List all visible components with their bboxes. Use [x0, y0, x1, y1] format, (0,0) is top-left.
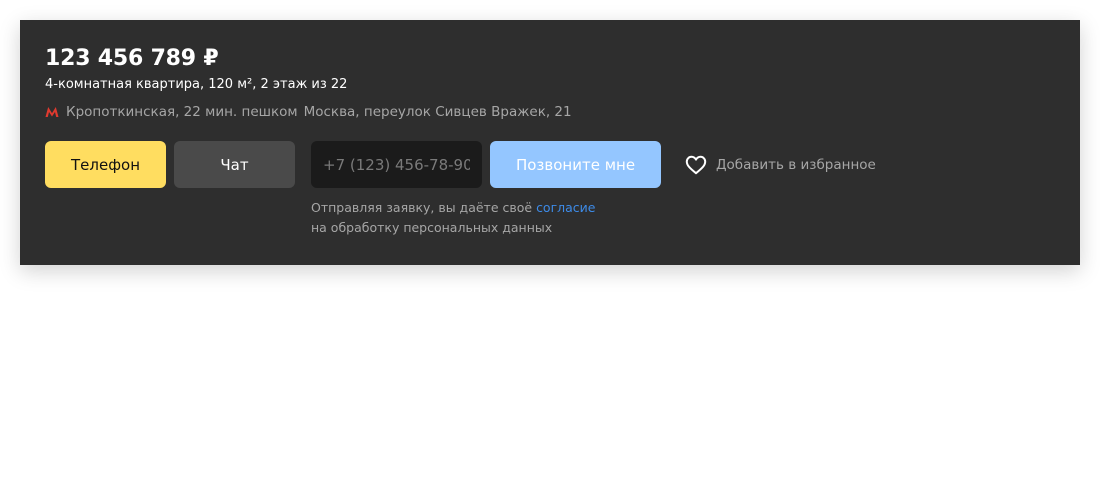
location-row: Кропоткинская, 22 мин. пешком Москва, пе…	[45, 102, 1055, 122]
price: 123 456 789 ₽	[45, 46, 219, 71]
heart-outline-icon	[685, 155, 707, 175]
phone-button[interactable]: Телефон	[45, 141, 166, 188]
phone-number-input[interactable]	[311, 141, 482, 188]
consent-note: Отправляя заявку, вы даёте своё согласие…	[311, 198, 661, 238]
favorite-label: Добавить в избранное	[716, 156, 876, 173]
metro-logo-icon	[45, 106, 59, 118]
address: Москва, переулок Сивцев Вражек, 21	[303, 104, 572, 120]
consent-link[interactable]: согласие	[536, 200, 595, 215]
listing-card: 123 456 789 ₽ 4-комнатная квартира, 120 …	[20, 20, 1080, 265]
chat-button[interactable]: Чат	[174, 141, 295, 188]
call-me-button[interactable]: Позвоните мне	[490, 141, 661, 188]
metro-station: Кропоткинская, 22 мин. пешком	[66, 104, 298, 120]
add-to-favorites-button[interactable]: Добавить в избранное	[685, 141, 876, 188]
callback-row: Позвоните мне	[311, 141, 661, 188]
consent-text: Отправляя заявку, вы даёте своё	[311, 200, 533, 215]
callback-form: Позвоните мне Отправляя заявку, вы даёте…	[311, 141, 661, 238]
actions-row: Телефон Чат Позвоните мне Отправляя заяв…	[45, 141, 1055, 238]
consent-text-2: на обработку персональных данных	[311, 220, 553, 235]
apartment-description: 4-комнатная квартира, 120 м², 2 этаж из …	[45, 77, 348, 92]
